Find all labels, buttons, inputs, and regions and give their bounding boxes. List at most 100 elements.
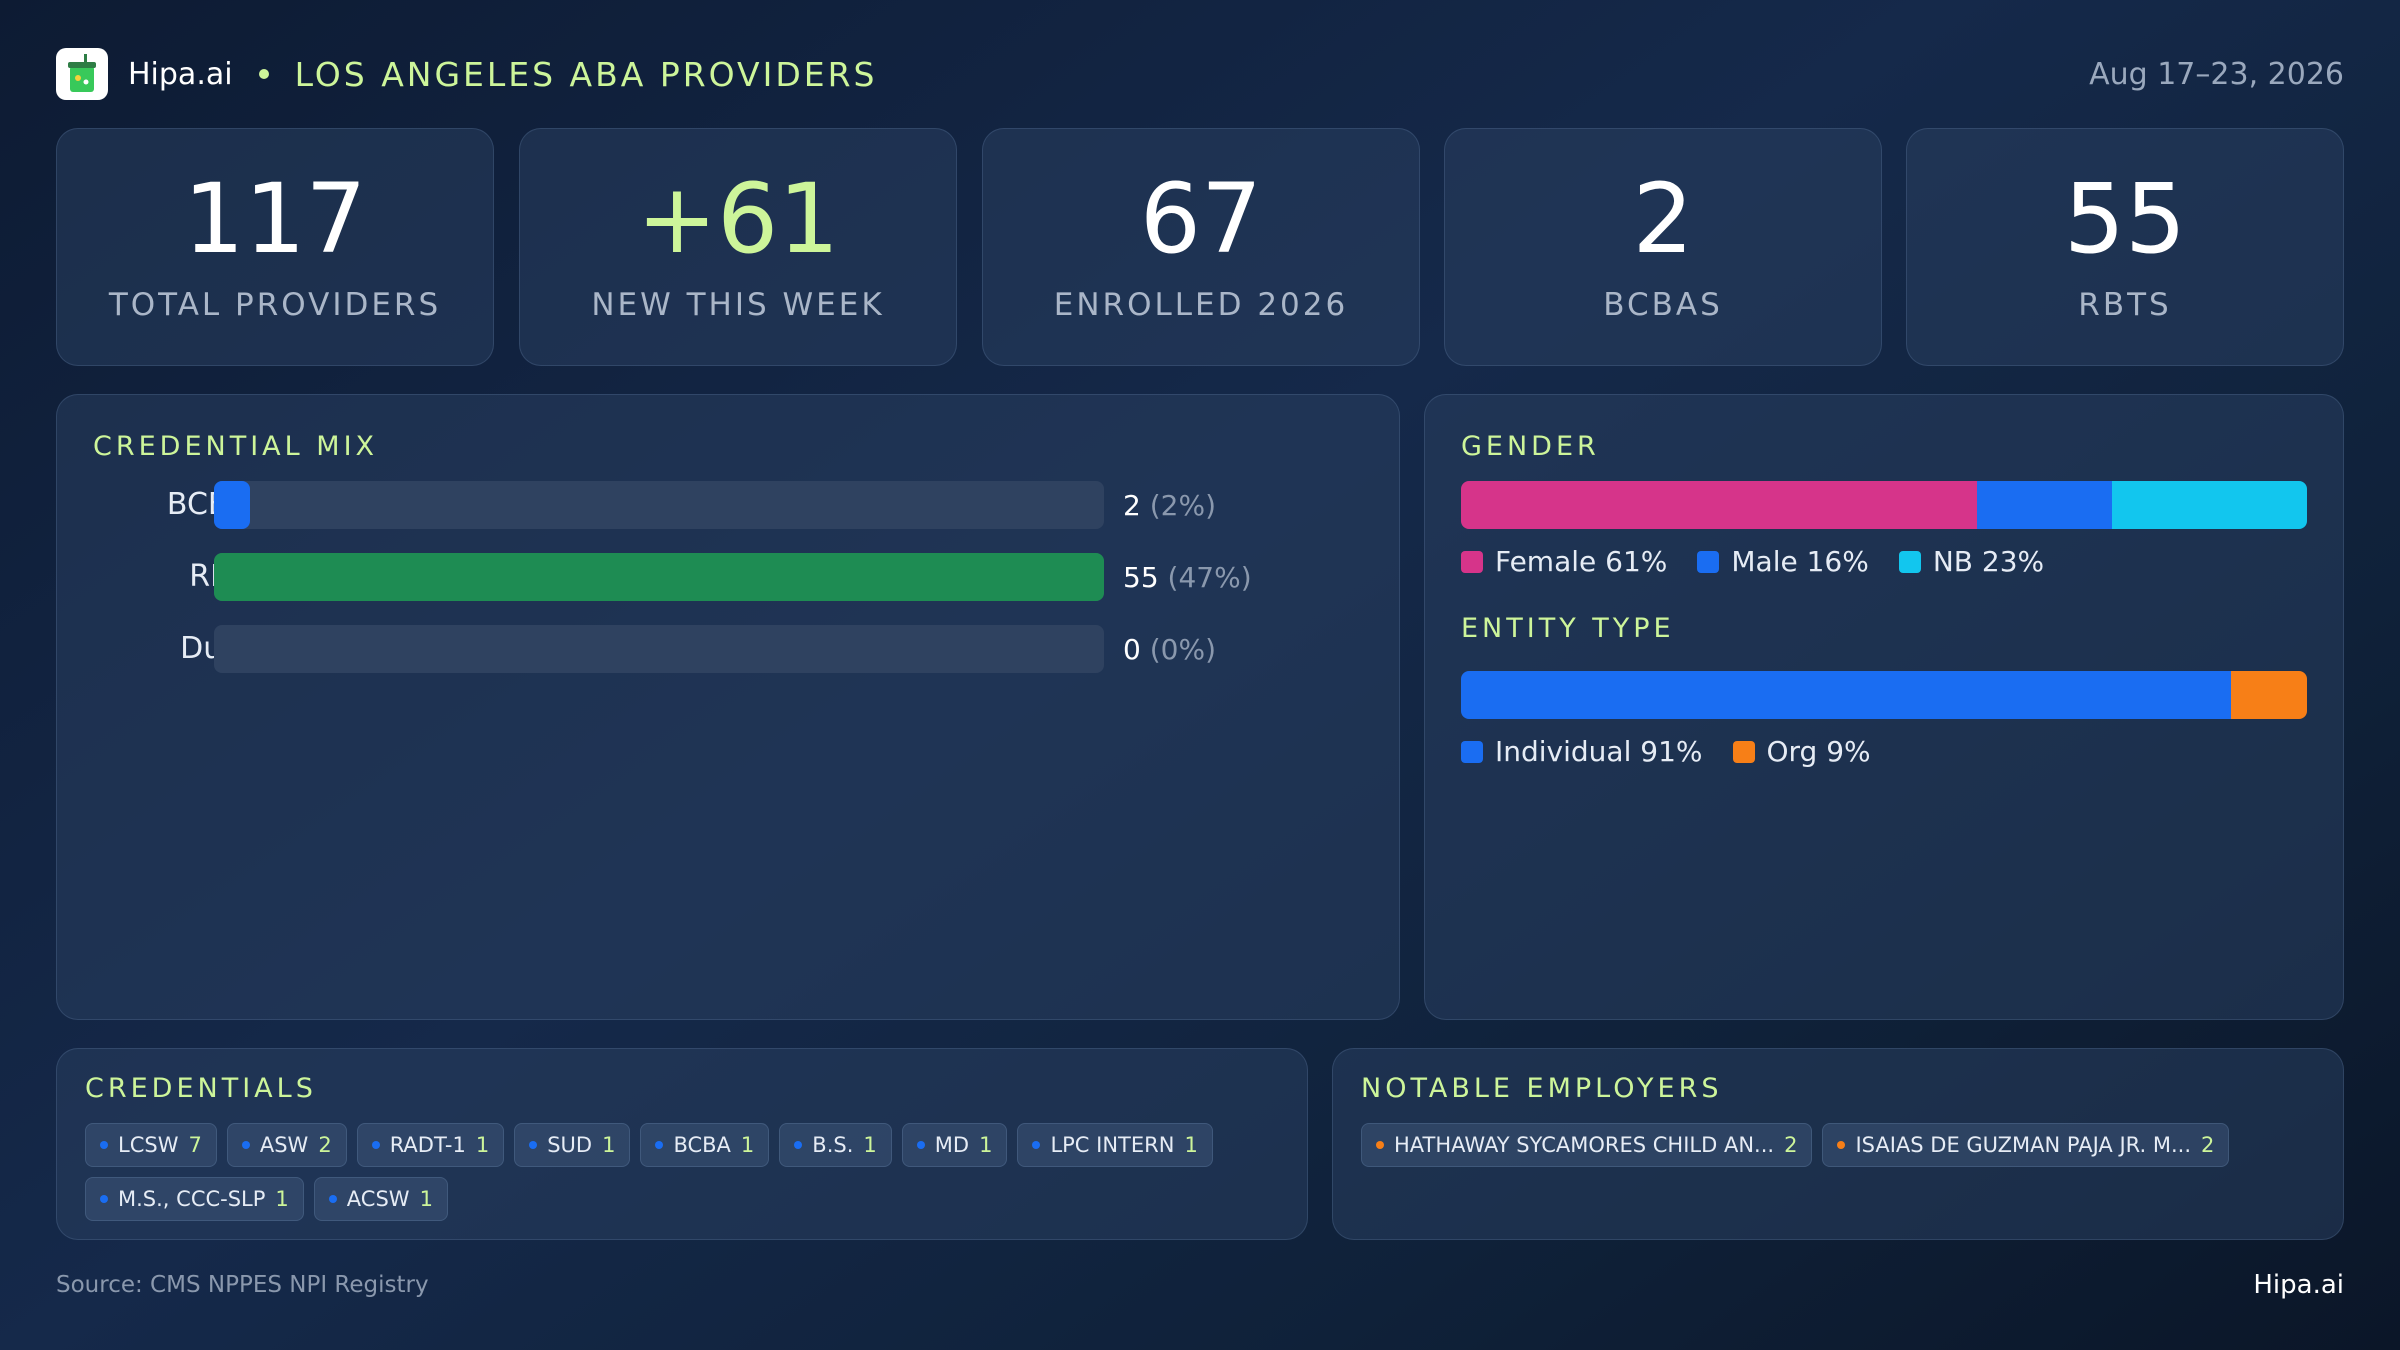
- bar-percent: (0%): [1149, 633, 1217, 666]
- chip-label: RADT-1: [389, 1133, 466, 1157]
- drink-cup-icon: [68, 54, 96, 92]
- chip-dot-icon: [794, 1141, 803, 1149]
- chip-label: SUD: [547, 1133, 593, 1157]
- chip-count: 2: [1784, 1133, 1798, 1157]
- stat-label: NEW THIS WEEK: [591, 287, 885, 323]
- chip-count: 1: [740, 1133, 755, 1157]
- brand-name: Hipa.ai: [128, 56, 233, 92]
- chip-label: B.S.: [812, 1133, 854, 1157]
- chip-label: ASW: [259, 1133, 309, 1157]
- legend-swatch: [1732, 740, 1755, 763]
- credential-chip-list: LCSW 7 ASW 2 RADT-1 1 SUD 1 BCBA 1 B.S. 1 MD 1 LPC INT…: [85, 1123, 1265, 1221]
- app-logo[interactable]: [56, 48, 108, 100]
- chip-label: M.S., CCC-SLP: [118, 1187, 266, 1211]
- bar-fill: [214, 553, 1104, 601]
- chip-dot-icon: [1837, 1141, 1846, 1149]
- chip-label: LPC INTERN: [1050, 1133, 1175, 1157]
- gender-stacked-bar: [1461, 481, 2307, 529]
- chip-dot-icon: [328, 1195, 337, 1203]
- credential-chip[interactable]: RADT-1 1: [356, 1123, 505, 1167]
- bar-track: [214, 625, 1104, 673]
- entity-legend-item: Org 9%: [1732, 735, 1871, 768]
- stat-card-rbts: 55 RBTS: [1906, 128, 2344, 366]
- section-title: CREDENTIALS: [85, 1073, 317, 1104]
- chip-count: 7: [188, 1133, 202, 1157]
- stat-card-new-this-week: +61 NEW THIS WEEK: [519, 128, 957, 366]
- bar-row-bcba: BCBA 2 (2%): [57, 481, 1397, 529]
- chip-count: 1: [419, 1187, 433, 1211]
- gender-legend-item: Male 16%: [1697, 545, 1869, 578]
- legend-swatch: [1697, 550, 1720, 573]
- chip-dot-icon: [529, 1141, 538, 1149]
- credential-mix-panel: CREDENTIAL MIX BCBA 2 (2%) RBT 55 (47%) …: [56, 394, 1400, 1020]
- chip-label: LCSW: [118, 1133, 179, 1157]
- credential-chip[interactable]: BCBA 1: [640, 1123, 770, 1167]
- demographics-panel: GENDER Female 61% Male 16% NB 23% ENTITY T…: [1424, 394, 2344, 1020]
- stat-label: ENROLLED 2026: [1053, 287, 1349, 323]
- employer-chip[interactable]: ISAIAS DE GUZMAN PAJA JR. M... 2: [1822, 1123, 2230, 1167]
- stat-label: BCBAS: [1603, 287, 1723, 323]
- section-title: GENDER: [1461, 431, 1600, 462]
- bar-count: 0: [1123, 633, 1141, 666]
- legend-swatch: [1461, 740, 1483, 763]
- credential-chip[interactable]: ACSW 1: [313, 1177, 448, 1221]
- header: Hipa.ai LOS ANGELES ABA PROVIDERS Aug 17…: [56, 48, 2344, 100]
- section-title: ENTITY TYPE: [1461, 613, 1675, 644]
- section-title: CREDENTIAL MIX: [93, 431, 379, 462]
- title-separator-dot: [258, 69, 269, 79]
- bar-track: [214, 553, 1104, 601]
- page-title: LOS ANGELES ABA PROVIDERS: [294, 54, 878, 94]
- credential-chip[interactable]: M.S., CCC-SLP 1: [85, 1177, 304, 1221]
- credential-chip[interactable]: B.S. 1: [779, 1123, 892, 1167]
- chip-dot-icon: [371, 1141, 380, 1149]
- bar-percent: (47%): [1167, 561, 1252, 594]
- bar-track: [214, 481, 1104, 529]
- gender-segment: [1461, 481, 1978, 529]
- date-range: Aug 17–23, 2026: [2089, 56, 2344, 92]
- chip-dot-icon: [1376, 1141, 1384, 1149]
- chip-dot-icon: [100, 1195, 108, 1203]
- chip-count: 1: [275, 1187, 289, 1211]
- stat-value: 55: [2063, 163, 2187, 275]
- gender-segment: [1977, 481, 2113, 529]
- chip-label: HATHAWAY SYCAMORES CHILD AN...: [1394, 1133, 1775, 1157]
- data-source: Source: CMS NPPES NPI Registry: [56, 1272, 429, 1298]
- bar-row-dual: Dual 0 (0%): [57, 625, 1397, 673]
- credential-chip[interactable]: LPC INTERN 1: [1017, 1123, 1213, 1167]
- chip-dot-icon: [1032, 1141, 1041, 1149]
- gender-legend: Female 61% Male 16% NB 23%: [1461, 545, 2074, 578]
- stat-value: 67: [1139, 163, 1263, 275]
- chip-dot-icon: [241, 1141, 250, 1149]
- credential-chip[interactable]: SUD 1: [514, 1123, 631, 1167]
- entity-type-legend: Individual 91% Org 9%: [1461, 735, 1901, 768]
- credential-chip[interactable]: ASW 2: [226, 1123, 347, 1167]
- legend-label: Individual 91%: [1495, 735, 1703, 768]
- bar-value: 0 (0%): [1123, 633, 1216, 666]
- gender-legend-item: Female 61%: [1461, 545, 1667, 578]
- entity-type-stacked-bar: [1461, 671, 2307, 719]
- credentials-panel: CREDENTIALS LCSW 7 ASW 2 RADT-1 1 SUD 1 BCBA 1 B.S…: [56, 1048, 1308, 1240]
- stat-label: TOTAL PROVIDERS: [108, 287, 442, 323]
- section-title: NOTABLE EMPLOYERS: [1361, 1073, 1723, 1104]
- stat-card-bcbas: 2 BCBAS: [1444, 128, 1882, 366]
- bar-fill: [214, 481, 250, 529]
- footer-brand[interactable]: Hipa.ai: [2253, 1270, 2344, 1300]
- credential-chip[interactable]: LCSW 7: [85, 1123, 217, 1167]
- employers-panel: NOTABLE EMPLOYERS HATHAWAY SYCAMORES CHI…: [1332, 1048, 2344, 1240]
- gender-legend-item: NB 23%: [1898, 545, 2044, 578]
- chip-count: 1: [863, 1133, 877, 1157]
- legend-swatch: [1898, 550, 1921, 573]
- gender-segment: [2112, 481, 2307, 529]
- bar-count: 55: [1123, 561, 1159, 594]
- chip-dot-icon: [655, 1141, 664, 1149]
- chip-label: ACSW: [346, 1187, 410, 1211]
- chip-count: 2: [318, 1133, 332, 1157]
- credential-chip[interactable]: MD 1: [901, 1123, 1008, 1167]
- chip-count: 2: [2201, 1133, 2215, 1157]
- legend-swatch: [1461, 550, 1483, 573]
- chip-count: 1: [602, 1133, 616, 1157]
- chip-label: ISAIAS DE GUZMAN PAJA JR. M...: [1855, 1133, 2192, 1157]
- stat-value: 2: [1632, 163, 1694, 275]
- employer-chip[interactable]: HATHAWAY SYCAMORES CHILD AN... 2: [1361, 1123, 1813, 1167]
- chip-count: 1: [1184, 1133, 1198, 1157]
